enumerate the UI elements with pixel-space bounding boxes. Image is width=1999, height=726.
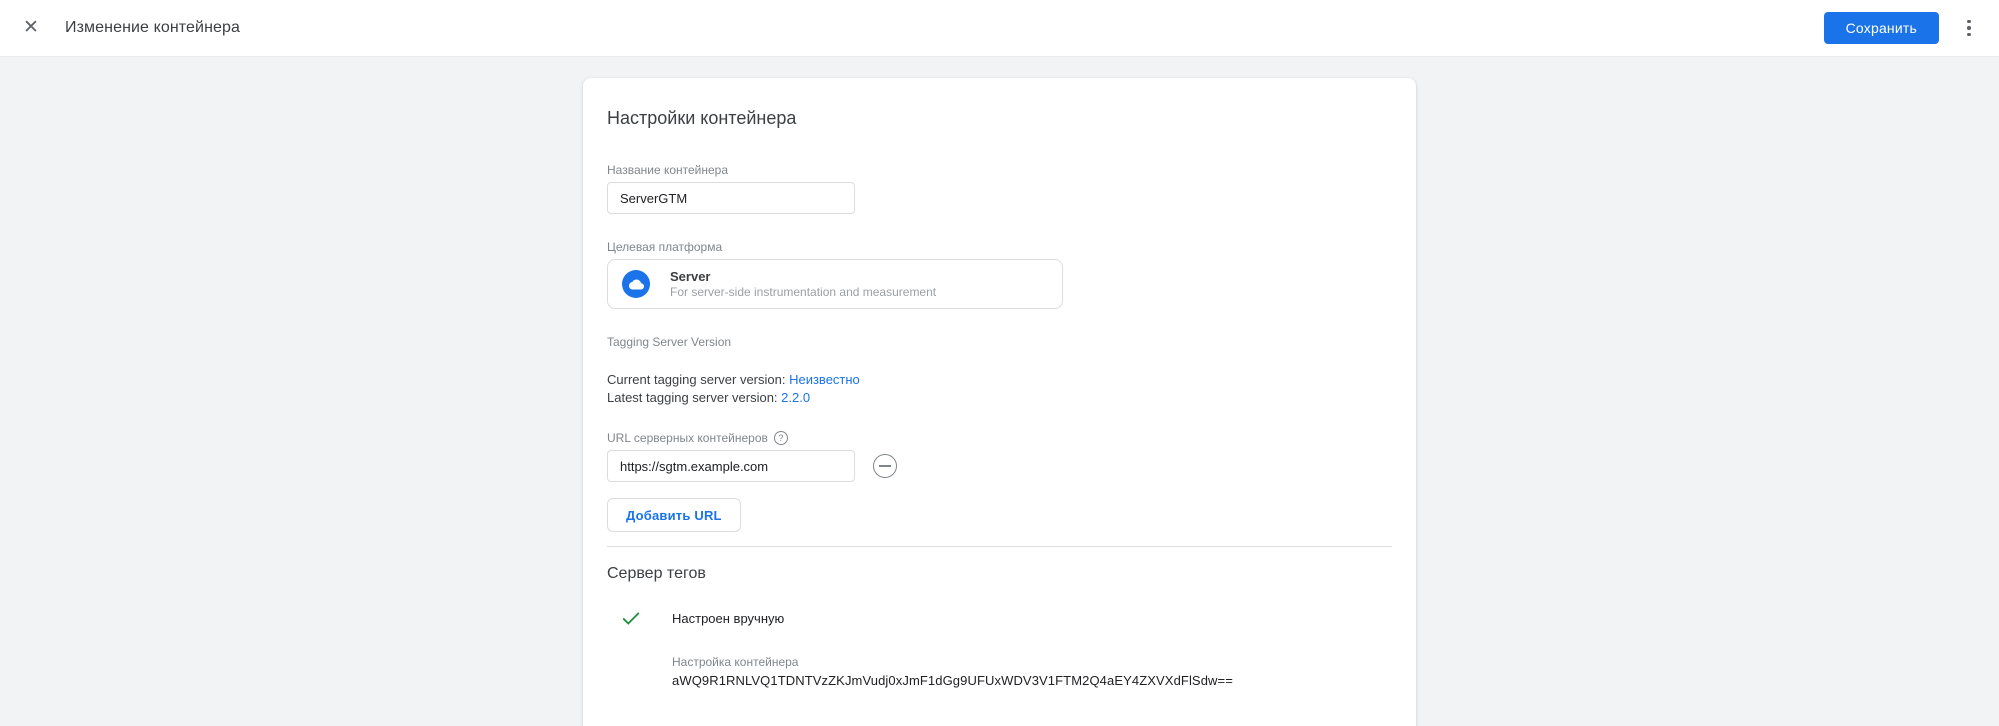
page-title: Изменение контейнера bbox=[65, 19, 241, 36]
main-content: Настройки контейнера Название контейнера… bbox=[0, 57, 1999, 726]
container-settings-card: Настройки контейнера Название контейнера… bbox=[583, 78, 1416, 726]
current-version-link[interactable]: Неизвестно bbox=[789, 372, 860, 387]
close-icon[interactable]: ✕ bbox=[22, 18, 40, 37]
more-options-icon[interactable] bbox=[1957, 16, 1981, 40]
latest-version-link[interactable]: 2.2.0 bbox=[781, 390, 810, 405]
tag-server-heading: Сервер тегов bbox=[607, 565, 706, 582]
current-version-line: Current tagging server version: Неизвест… bbox=[607, 371, 1392, 389]
server-urls-field: URL серверных контейнеров ? Добавить URL bbox=[607, 431, 1392, 532]
container-name-label: Название контейнера bbox=[607, 163, 729, 177]
current-version-label: Current tagging server version: bbox=[607, 372, 790, 387]
platform-title: Server bbox=[670, 268, 711, 284]
server-url-input[interactable] bbox=[607, 450, 855, 482]
tagging-server-version-label: Tagging Server Version bbox=[607, 335, 732, 349]
tag-server-status-row: Настроен вручную bbox=[607, 607, 1392, 629]
latest-version-line: Latest tagging server version: 2.2.0 bbox=[607, 389, 1392, 407]
container-config-block: Настройка контейнера aWQ9R1RNLVQ1TDNTVzZ… bbox=[672, 655, 1392, 688]
card-heading: Настройки контейнера bbox=[607, 108, 797, 128]
platform-description: For server-side instrumentation and meas… bbox=[670, 284, 937, 299]
server-cloud-icon bbox=[622, 270, 650, 298]
server-urls-label: URL серверных контейнеров bbox=[607, 431, 768, 445]
save-button[interactable]: Сохранить bbox=[1823, 12, 1939, 44]
header-actions: Сохранить bbox=[1823, 12, 1981, 44]
tagging-server-version-block: Tagging Server Version Current tagging s… bbox=[607, 335, 1392, 407]
tag-server-status-text: Настроен вручную bbox=[672, 610, 785, 626]
container-name-field: Название контейнера bbox=[607, 163, 1392, 214]
container-config-label: Настройка контейнера bbox=[672, 655, 799, 669]
latest-version-label: Latest tagging server version: bbox=[607, 390, 782, 405]
add-url-button[interactable]: Добавить URL bbox=[607, 498, 741, 532]
target-platform-field: Целевая платформа Server For server-side… bbox=[607, 240, 1392, 309]
header: ✕ Изменение контейнера Сохранить bbox=[0, 0, 1999, 57]
remove-url-icon[interactable] bbox=[873, 454, 897, 478]
url-row bbox=[607, 450, 1392, 482]
check-icon bbox=[622, 612, 640, 625]
help-icon[interactable]: ? bbox=[773, 431, 788, 445]
platform-texts: Server For server-side instrumentation a… bbox=[670, 269, 936, 300]
server-urls-label-row: URL серверных контейнеров ? bbox=[607, 431, 1392, 445]
platform-option-server: Server For server-side instrumentation a… bbox=[607, 259, 1063, 309]
container-config-value: aWQ9R1RNLVQ1TDNTVzZKJmVudj0xJmF1dGg9UFUx… bbox=[672, 673, 1233, 688]
section-divider bbox=[607, 546, 1392, 547]
container-name-input[interactable] bbox=[607, 182, 855, 214]
target-platform-label: Целевая платформа bbox=[607, 240, 723, 254]
